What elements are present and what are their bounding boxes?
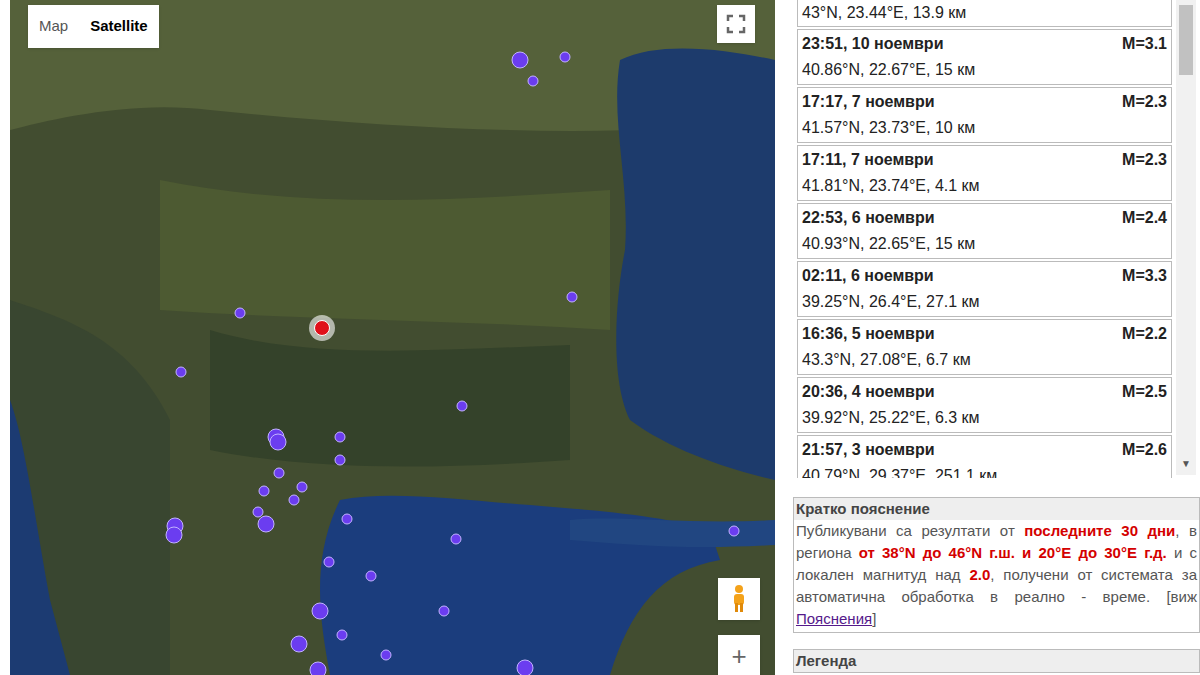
map[interactable]: MapSatellite + — [10, 0, 775, 675]
earthquake-marker[interactable] — [235, 308, 246, 319]
earthquake-marker[interactable] — [258, 516, 275, 533]
earthquake-marker[interactable] — [324, 557, 335, 568]
event-magnitude: M=2.4 — [1122, 205, 1167, 231]
event-item[interactable]: 17:11, 7 ноември M=2.341.81°N, 23.74°E, 4… — [797, 145, 1172, 201]
explanation-text: Публикувани са резултати от последните 3… — [794, 520, 1199, 632]
earthquake-marker[interactable] — [512, 52, 529, 69]
earthquake-marker[interactable] — [567, 292, 578, 303]
event-coords: 40.79°N, 29.37°E, 251.1 км — [802, 463, 1167, 478]
explanation-link[interactable]: Пояснения — [796, 610, 872, 627]
event-time: 17:17, 7 ноември — [802, 89, 935, 115]
selected-marker[interactable] — [309, 315, 335, 341]
event-time: 17:11, 7 ноември — [802, 147, 934, 173]
street-view-button[interactable] — [718, 578, 760, 620]
earthquake-marker[interactable] — [312, 603, 329, 620]
event-magnitude: M=3.3 — [1122, 263, 1167, 289]
event-time: 23:51, 10 ноември — [802, 31, 943, 57]
earthquake-marker[interactable] — [335, 432, 346, 443]
explanation-emphasis: 2.0 — [969, 566, 990, 583]
earthquake-marker[interactable] — [297, 482, 308, 493]
earthquake-marker[interactable] — [289, 495, 300, 506]
event-coords: 43°N, 23.44°E, 13.9 км — [802, 0, 1167, 26]
event-time: 21:57, 3 ноември — [802, 437, 935, 463]
event-list[interactable]: 43°N, 23.44°E, 13.9 км 23:51, 10 ноември M… — [797, 0, 1172, 478]
event-magnitude: M=3.1 — [1122, 31, 1167, 57]
earthquake-marker[interactable] — [335, 455, 346, 466]
earthquake-marker[interactable] — [729, 526, 740, 537]
earthquake-marker[interactable] — [517, 660, 534, 675]
earthquake-marker[interactable] — [451, 534, 462, 545]
earthquake-marker[interactable] — [291, 636, 308, 653]
event-magnitude: M=2.6 — [1122, 437, 1167, 463]
earthquake-marker[interactable] — [342, 514, 353, 525]
event-item[interactable]: 20:36, 4 ноември M=2.539.92°N, 25.22°E, 6… — [797, 377, 1172, 433]
fullscreen-button[interactable] — [717, 5, 755, 43]
event-coords: 40.86°N, 22.67°E, 15 км — [802, 57, 1167, 83]
event-item[interactable]: 16:36, 5 ноември M=2.243.3°N, 27.08°E, 6.… — [797, 319, 1172, 375]
event-item[interactable]: 17:17, 7 ноември M=2.341.57°N, 23.73°E, 1… — [797, 87, 1172, 143]
explanation-emphasis: последните 30 дни — [1024, 522, 1175, 539]
earthquake-marker[interactable] — [439, 606, 450, 617]
event-coords: 41.81°N, 23.74°E, 4.1 км — [802, 173, 1167, 199]
earthquake-marker[interactable] — [166, 527, 183, 544]
earthquake-marker[interactable] — [366, 571, 377, 582]
side-panel: 43°N, 23.44°E, 13.9 км 23:51, 10 ноември M… — [793, 0, 1200, 675]
event-coords: 41.57°N, 23.73°E, 10 км — [802, 115, 1167, 141]
earthquake-marker[interactable] — [381, 650, 392, 661]
event-magnitude: M=2.2 — [1122, 321, 1167, 347]
pegman-icon — [730, 584, 748, 614]
event-time: 16:36, 5 ноември — [802, 321, 935, 347]
event-coords: 39.92°N, 25.22°E, 6.3 км — [802, 405, 1167, 431]
earthquake-marker[interactable] — [176, 367, 187, 378]
scrollbar-thumb[interactable] — [1179, 5, 1193, 75]
scrollbar[interactable]: ▼ — [1176, 0, 1196, 475]
earthquake-marker[interactable] — [560, 52, 571, 63]
event-list-area: 43°N, 23.44°E, 13.9 км 23:51, 10 ноември M… — [793, 0, 1200, 478]
event-time: 20:36, 4 ноември — [802, 379, 935, 405]
event-item[interactable]: 43°N, 23.44°E, 13.9 км — [797, 0, 1172, 27]
earthquake-marker[interactable] — [528, 76, 539, 87]
earthquake-marker[interactable] — [310, 662, 327, 675]
page: MapSatellite +43°N, 23.44°E, 13.9 км 23:51… — [0, 0, 1200, 675]
explanation-title: Кратко пояснение — [794, 498, 1199, 520]
fullscreen-icon — [726, 14, 746, 34]
event-coords: 43.3°N, 27.08°E, 6.7 км — [802, 347, 1167, 373]
map-type-button[interactable]: Satellite — [79, 5, 159, 48]
event-time: 02:11, 6 ноември — [802, 263, 934, 289]
earthquake-marker[interactable] — [270, 434, 287, 451]
satellite-imagery — [10, 0, 775, 675]
event-item[interactable]: 22:53, 6 ноември M=2.440.93°N, 22.65°E, 1… — [797, 203, 1172, 259]
map-type-button[interactable]: Map — [28, 5, 79, 48]
event-coords: 40.93°N, 22.65°E, 15 км — [802, 231, 1167, 257]
event-magnitude: M=2.3 — [1122, 147, 1167, 173]
explanation-emphasis: от 38°N до 46°N г.ш. и 20°E до 30°E г.д. — [859, 544, 1167, 561]
event-coords: 39.25°N, 26.4°E, 27.1 км — [802, 289, 1167, 315]
event-item[interactable]: 23:51, 10 ноември M=3.140.86°N, 22.67°E, … — [797, 29, 1172, 85]
explanation-box: Кратко пояснениеПубликувани са резултати… — [793, 497, 1200, 633]
event-item[interactable]: 02:11, 6 ноември M=3.339.25°N, 26.4°E, 27… — [797, 261, 1172, 317]
earthquake-marker[interactable] — [259, 486, 270, 497]
scroll-down-arrow[interactable]: ▼ — [1181, 456, 1191, 471]
earthquake-marker[interactable] — [274, 468, 285, 479]
earthquake-marker[interactable] — [457, 401, 468, 412]
event-item[interactable]: 21:57, 3 ноември M=2.640.79°N, 29.37°E, 2… — [797, 435, 1172, 478]
map-type-control: MapSatellite — [28, 5, 159, 48]
legend-title: Легенда — [793, 649, 1200, 673]
earthquake-marker[interactable] — [337, 630, 348, 641]
event-magnitude: M=2.5 — [1122, 379, 1167, 405]
zoom-in-button[interactable]: + — [718, 635, 760, 675]
event-time: 22:53, 6 ноември — [802, 205, 935, 231]
event-magnitude: M=2.3 — [1122, 89, 1167, 115]
